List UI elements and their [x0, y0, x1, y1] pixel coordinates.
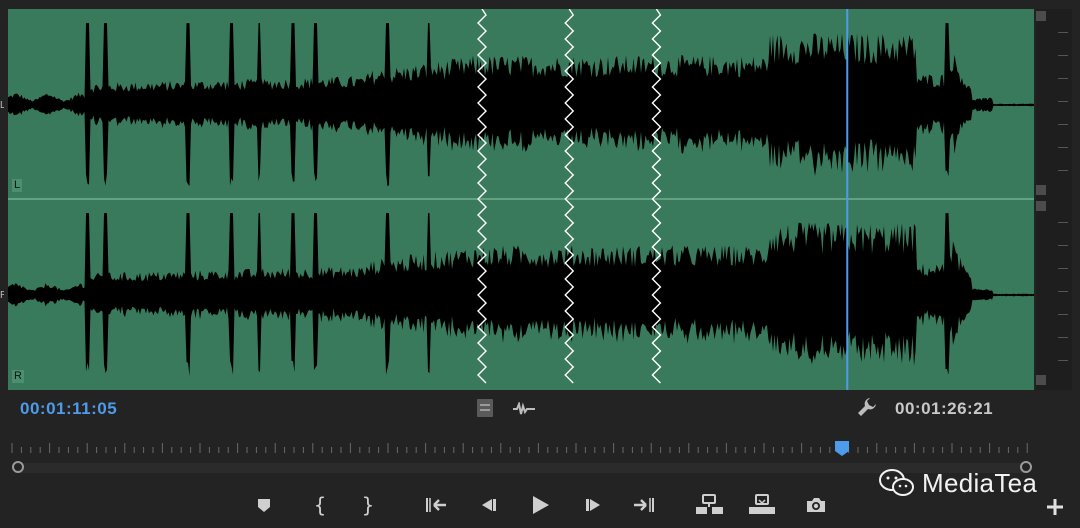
channel-label-right: R: [12, 370, 24, 383]
playhead-handle[interactable]: [834, 440, 850, 456]
step-back-icon: [482, 499, 496, 511]
step-forward-button[interactable]: [578, 490, 610, 520]
ruler-cap: [1036, 375, 1046, 385]
ruler-tick: [1058, 55, 1068, 56]
ruler-cap: [1036, 11, 1046, 21]
waveform-graphic[interactable]: [8, 9, 1034, 390]
ruler-tick: [1058, 78, 1068, 79]
marker-icon: [258, 499, 270, 512]
channel-label-left: L: [12, 179, 23, 192]
insert-button[interactable]: [694, 490, 726, 520]
overwrite-icon: [749, 494, 775, 514]
go-to-in-button[interactable]: [420, 490, 452, 520]
watermark: MediaTea: [878, 465, 1037, 501]
time-ruler[interactable]: [8, 440, 1034, 458]
mark-in-icon: {: [313, 493, 327, 517]
play-button[interactable]: [524, 490, 556, 520]
export-frame-button[interactable]: [800, 490, 832, 520]
ruler-tick: [1058, 101, 1068, 102]
plus-icon: [1047, 499, 1063, 515]
mark-out-icon: }: [361, 493, 375, 517]
insert-icon: [696, 494, 723, 514]
watermark-text: MediaTea: [922, 467, 1038, 498]
mark-in-button[interactable]: {: [304, 490, 336, 520]
camera-icon: [807, 498, 825, 512]
ruler-tick: [1058, 360, 1068, 361]
mark-out-button[interactable]: }: [352, 490, 384, 520]
go-to-out-button[interactable]: [628, 490, 660, 520]
zoom-handle-start[interactable]: [12, 461, 24, 473]
ruler-cap: [1036, 185, 1046, 195]
current-timecode[interactable]: 00:01:11:05: [20, 399, 117, 419]
ruler-tick: [1058, 32, 1068, 33]
zoom-scroll-track[interactable]: [18, 463, 1028, 473]
step-forward-icon: [586, 499, 600, 511]
ruler-tick: [1058, 291, 1068, 292]
play-icon: [533, 496, 549, 514]
step-back-button[interactable]: [472, 490, 504, 520]
ruler-tick: [1058, 268, 1068, 269]
audio-waveform-panel[interactable]: L R: [8, 9, 1034, 390]
edge-label-left: L: [0, 100, 4, 108]
ruler-tick: [1058, 170, 1068, 171]
scrub-audio-icon[interactable]: [512, 400, 536, 421]
go-to-in-icon: [426, 498, 446, 512]
transport-controls: { }: [250, 490, 830, 522]
add-button[interactable]: [1044, 496, 1066, 518]
wrench-icon[interactable]: [856, 396, 878, 423]
ruler-tick: [1058, 314, 1068, 315]
ruler-tick: [1058, 147, 1068, 148]
overwrite-button[interactable]: [746, 490, 778, 520]
ruler-cap: [1036, 201, 1046, 211]
edge-label-right: R: [0, 290, 4, 300]
wechat-icon: [879, 469, 914, 496]
ruler-tick: [1058, 222, 1068, 223]
go-to-out-icon: [634, 498, 654, 512]
add-marker-button[interactable]: [248, 490, 280, 520]
ruler-tick: [1058, 245, 1068, 246]
ruler-tick: [1058, 124, 1068, 125]
amplitude-ruler[interactable]: [1036, 9, 1072, 390]
duration-timecode: 00:01:26:21: [895, 399, 994, 418]
lane-toggle-icon[interactable]: [476, 398, 494, 423]
ruler-tick: [1058, 337, 1068, 338]
